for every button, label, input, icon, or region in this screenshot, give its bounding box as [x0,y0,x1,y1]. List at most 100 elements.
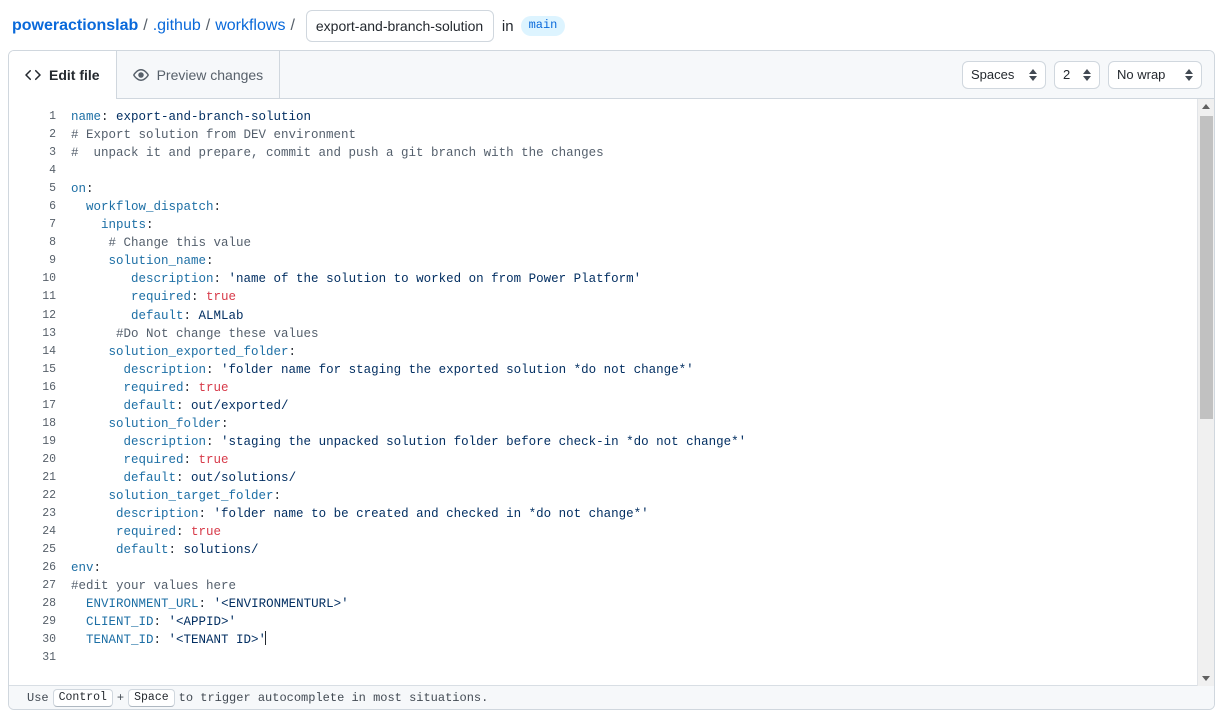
editor-settings-group: Spaces 2 No wrap [962,51,1214,98]
line-number: 31 [9,649,56,662]
editor-toolbar: Edit file Preview changes Spaces 2 No wr… [9,51,1214,99]
line-content [56,162,71,180]
line-number: 30 [9,631,56,649]
tab-preview-changes[interactable]: Preview changes [117,51,281,98]
line-number: 22 [9,487,56,505]
line-number: 29 [9,613,56,631]
up-down-chevron-icon [1185,69,1193,81]
line-number: 16 [9,379,56,397]
scrollbar-thumb[interactable] [1200,116,1213,419]
up-down-chevron-icon [1083,69,1091,81]
code-line: 24 required: true [9,523,1196,541]
line-number: 28 [9,595,56,613]
code-line: 14 solution_exported_folder: [9,343,1196,361]
breadcrumb-owner[interactable]: poweractionslab [12,17,138,35]
scroll-up-arrow-icon[interactable] [1198,99,1214,114]
line-number: 4 [9,162,56,180]
line-content: description: 'staging the unpacked solut… [56,433,746,451]
code-scroll-viewport: 1name: export-and-branch-solution2# Expo… [9,99,1196,662]
file-editor-card: Edit file Preview changes Spaces 2 No wr… [8,50,1215,710]
code-line: 31 [9,649,1196,662]
line-content: required: true [56,523,221,541]
tab-preview-changes-label: Preview changes [157,67,264,83]
hint-prefix: Use [27,691,49,705]
line-number: 8 [9,234,56,252]
in-label: in [502,18,514,35]
line-content: required: true [56,451,229,469]
line-content: CLIENT_ID: '<APPID>' [56,613,236,631]
code-brackets-icon [25,67,41,83]
line-content: name: export-and-branch-solution [56,108,311,126]
code-line: 19 description: 'staging the unpacked so… [9,433,1196,451]
line-number: 19 [9,433,56,451]
line-content: workflow_dispatch: [56,198,221,216]
eye-icon [133,67,149,83]
line-content [56,649,71,662]
vertical-scrollbar[interactable] [1197,99,1214,686]
wrap-mode-select[interactable]: No wrap [1108,61,1202,89]
branch-badge: main [521,16,566,36]
line-content: description: 'name of the solution to wo… [56,270,641,288]
code-line: 5on: [9,180,1196,198]
code-line: 20 required: true [9,451,1196,469]
code-line: 27#edit your values here [9,577,1196,595]
indent-size-select[interactable]: 2 [1054,61,1100,89]
line-content: # Export solution from DEV environment [56,126,356,144]
line-number: 25 [9,541,56,559]
line-number: 6 [9,198,56,216]
code-line: 12 default: ALMLab [9,307,1196,325]
indent-mode-value: Spaces [971,67,1014,82]
code-line: 23 description: 'folder name to be creat… [9,505,1196,523]
line-number: 17 [9,397,56,415]
line-number: 10 [9,270,56,288]
line-content: inputs: [56,216,154,234]
code-lines: 1name: export-and-branch-solution2# Expo… [9,99,1196,662]
code-line: 10 description: 'name of the solution to… [9,270,1196,288]
code-line: 28 ENVIRONMENT_URL: '<ENVIRONMENTURL>' [9,595,1196,613]
breadcrumb-dir-workflows[interactable]: workflows [215,17,285,35]
line-number: 3 [9,144,56,162]
code-line: 22 solution_target_folder: [9,487,1196,505]
code-line: 30 TENANT_ID: '<TENANT ID>' [9,631,1196,649]
code-line: 6 workflow_dispatch: [9,198,1196,216]
hint-suffix: to trigger autocomplete in most situatio… [179,691,489,705]
tab-edit-file[interactable]: Edit file [9,51,117,99]
code-line: 18 solution_folder: [9,415,1196,433]
line-content: # unpack it and prepare, commit and push… [56,144,604,162]
breadcrumb-dir-github[interactable]: .github [153,17,201,35]
scroll-down-arrow-icon[interactable] [1198,671,1214,686]
line-content: description: 'folder name to be created … [56,505,649,523]
line-content: default: solutions/ [56,541,259,559]
line-content: default: ALMLab [56,307,244,325]
code-line: 2# Export solution from DEV environment [9,126,1196,144]
wrap-mode-value: No wrap [1117,67,1165,82]
code-editor-area[interactable]: 1name: export-and-branch-solution2# Expo… [9,99,1214,686]
breadcrumb-separator: / [143,17,147,35]
line-number: 27 [9,577,56,595]
line-content: env: [56,559,101,577]
breadcrumb: poweractionslab / .github / workflows / … [0,0,1223,52]
line-content: solution_target_folder: [56,487,281,505]
code-line: 13 #Do Not change these values [9,325,1196,343]
hint-key-control: Control [53,689,113,707]
up-down-chevron-icon [1029,69,1037,81]
line-content: default: out/exported/ [56,397,289,415]
breadcrumb-separator: / [206,17,210,35]
code-line: 16 required: true [9,379,1196,397]
code-line: 4 [9,162,1196,180]
indent-mode-select[interactable]: Spaces [962,61,1046,89]
line-content: solution_name: [56,252,214,270]
line-number: 2 [9,126,56,144]
line-content: ENVIRONMENT_URL: '<ENVIRONMENTURL>' [56,595,349,613]
line-number: 26 [9,559,56,577]
code-line: 9 solution_name: [9,252,1196,270]
line-content: #edit your values here [56,577,236,595]
filename-input[interactable] [306,10,494,42]
line-number: 9 [9,252,56,270]
autocomplete-hint-bar: Use Control + Space to trigger autocompl… [9,685,1214,709]
code-line: 8 # Change this value [9,234,1196,252]
line-number: 15 [9,361,56,379]
line-number: 24 [9,523,56,541]
line-number: 1 [9,108,56,126]
line-content: default: out/solutions/ [56,469,296,487]
